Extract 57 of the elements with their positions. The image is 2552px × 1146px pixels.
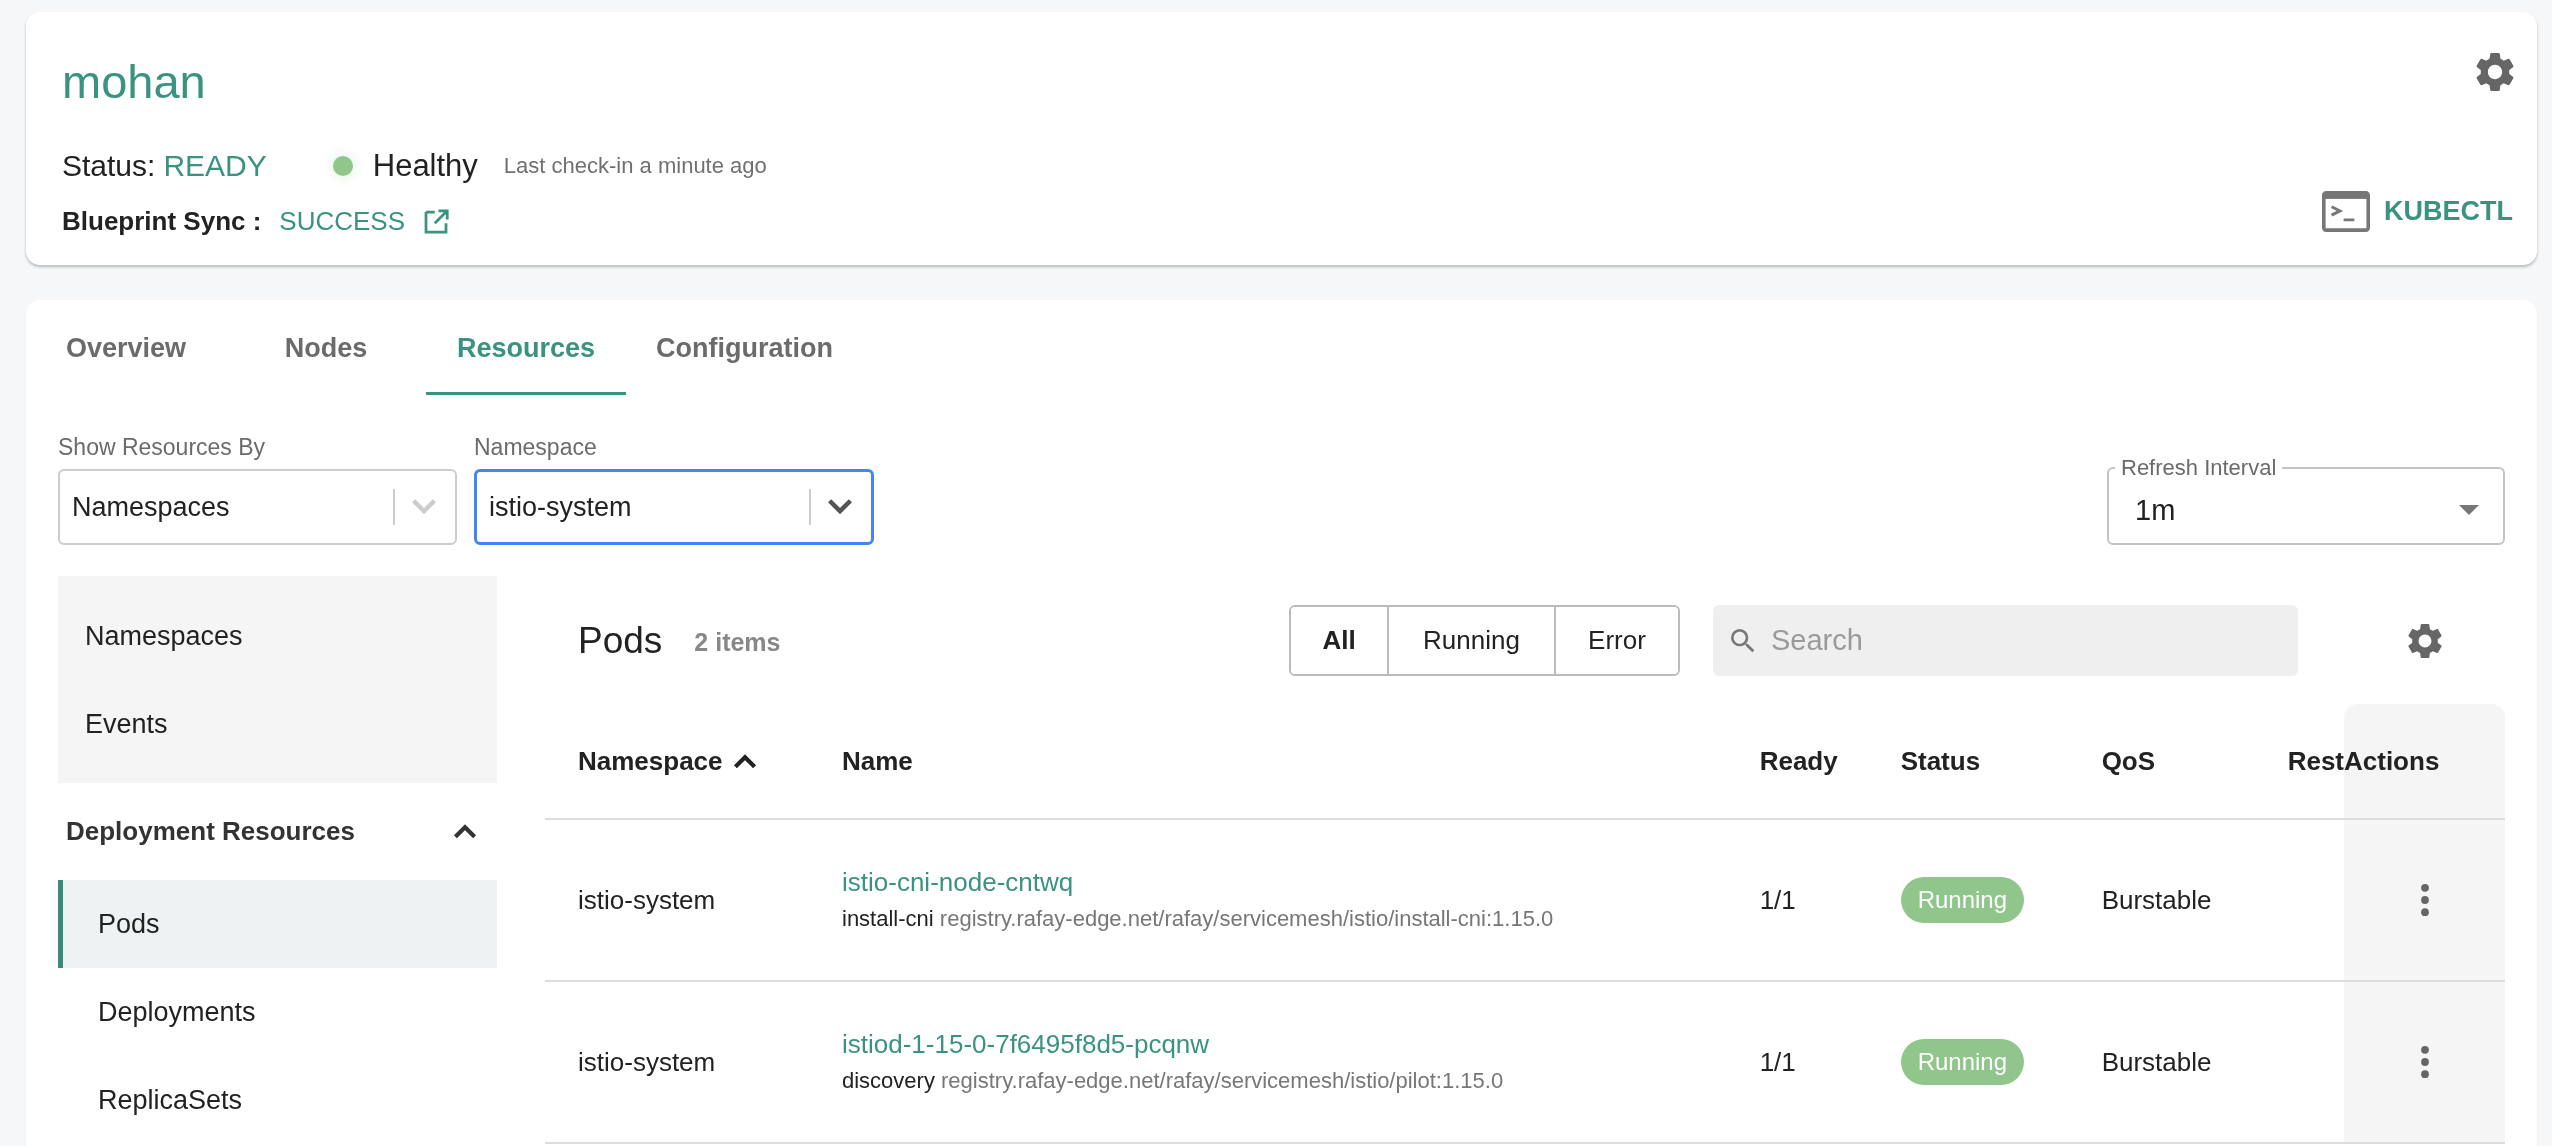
field-label: Refresh Interval <box>2120 455 2278 481</box>
dropdown-arrow-icon <box>2459 505 2479 515</box>
status-label: Status: <box>62 149 156 183</box>
more-options-icon[interactable] <box>2419 1045 2430 1079</box>
tab[interactable]: Configuration <box>626 300 863 395</box>
sidebar-item[interactable]: Events <box>58 680 497 768</box>
field-label: Namespace <box>474 435 598 459</box>
kubectl-button[interactable]: KUBECTL <box>2320 190 2515 232</box>
section-title: Pods <box>578 619 663 662</box>
item-count: 2 items <box>694 628 781 657</box>
search-field[interactable]: Search <box>1713 605 2298 676</box>
sidebar-item[interactable]: Namespaces <box>58 592 497 680</box>
settings-icon[interactable] <box>2475 52 2515 92</box>
cluster-name: mohan <box>62 54 207 110</box>
column-header[interactable]: Name <box>842 704 1760 820</box>
sidebar-item[interactable]: Pods <box>58 880 497 968</box>
chevron-down-icon <box>827 499 853 515</box>
tab[interactable]: Resources <box>426 300 626 395</box>
column-header[interactable]: Rest <box>2287 704 2344 820</box>
table-cell: 1/1 <box>1759 982 1901 1144</box>
table-cell: Burstable <box>2101 820 2288 982</box>
select-value: 1m <box>2135 493 2177 527</box>
column-header[interactable]: QoS <box>2101 704 2288 820</box>
sidebar-item[interactable]: ReplicaSets <box>58 1056 497 1144</box>
table-cell: 1/1 <box>1759 820 1901 982</box>
select-value: istio-system <box>489 491 633 523</box>
tab[interactable]: Overview <box>26 300 226 395</box>
status-chip: Running <box>1900 1039 2025 1085</box>
pod-name-link[interactable]: istiod-1-15-0-7f6495f8d5-pcqnw <box>842 1027 1210 1061</box>
dropdown-select[interactable]: istio-system <box>474 469 874 545</box>
field-label: Show Resources By <box>58 435 267 459</box>
table-cell: Burstable <box>2101 982 2288 1144</box>
sidebar-item[interactable]: Deployments <box>58 968 497 1056</box>
container-image-text: discovery registry.rafay-edge.net/rafay/servicemesh/istio/pilot:1.15.0 <box>842 1067 1504 1095</box>
terminal-icon <box>2322 190 2370 232</box>
table-cell: istio-system <box>545 982 842 1144</box>
more-options-icon[interactable] <box>2419 883 2430 917</box>
dropdown-select[interactable]: Namespaces <box>58 469 457 545</box>
health-status: Healthy <box>372 148 478 184</box>
settings-icon[interactable] <box>2407 622 2443 659</box>
select-value: Namespaces <box>72 491 231 523</box>
filter-toggle[interactable]: Error <box>1554 607 1678 674</box>
status-value: READY <box>163 149 267 183</box>
chevron-down-icon <box>411 499 437 515</box>
status-chip: Running <box>1900 877 2025 923</box>
blueprint-sync-label: Blueprint Sync : <box>62 206 262 237</box>
column-header[interactable]: Namespace <box>545 704 842 820</box>
container-image-text: install-cni registry.rafay-edge.net/rafay/servicemesh/istio/install-cni:1.15.0 <box>842 905 1554 933</box>
tab[interactable]: Nodes <box>226 300 426 395</box>
column-header[interactable]: Ready <box>1759 704 1901 820</box>
table-cell: istio-system <box>545 820 842 982</box>
sidebar-group-header[interactable]: Deployment Resources <box>58 783 497 880</box>
column-header[interactable]: Status <box>1900 704 2102 820</box>
last-checkin-text: Last check-in a minute ago <box>503 153 767 179</box>
pod-name-link[interactable]: istio-cni-node-cntwq <box>842 865 1074 899</box>
sort-ascending-icon <box>732 753 757 769</box>
blueprint-sync-link[interactable]: SUCCESS <box>279 206 406 237</box>
